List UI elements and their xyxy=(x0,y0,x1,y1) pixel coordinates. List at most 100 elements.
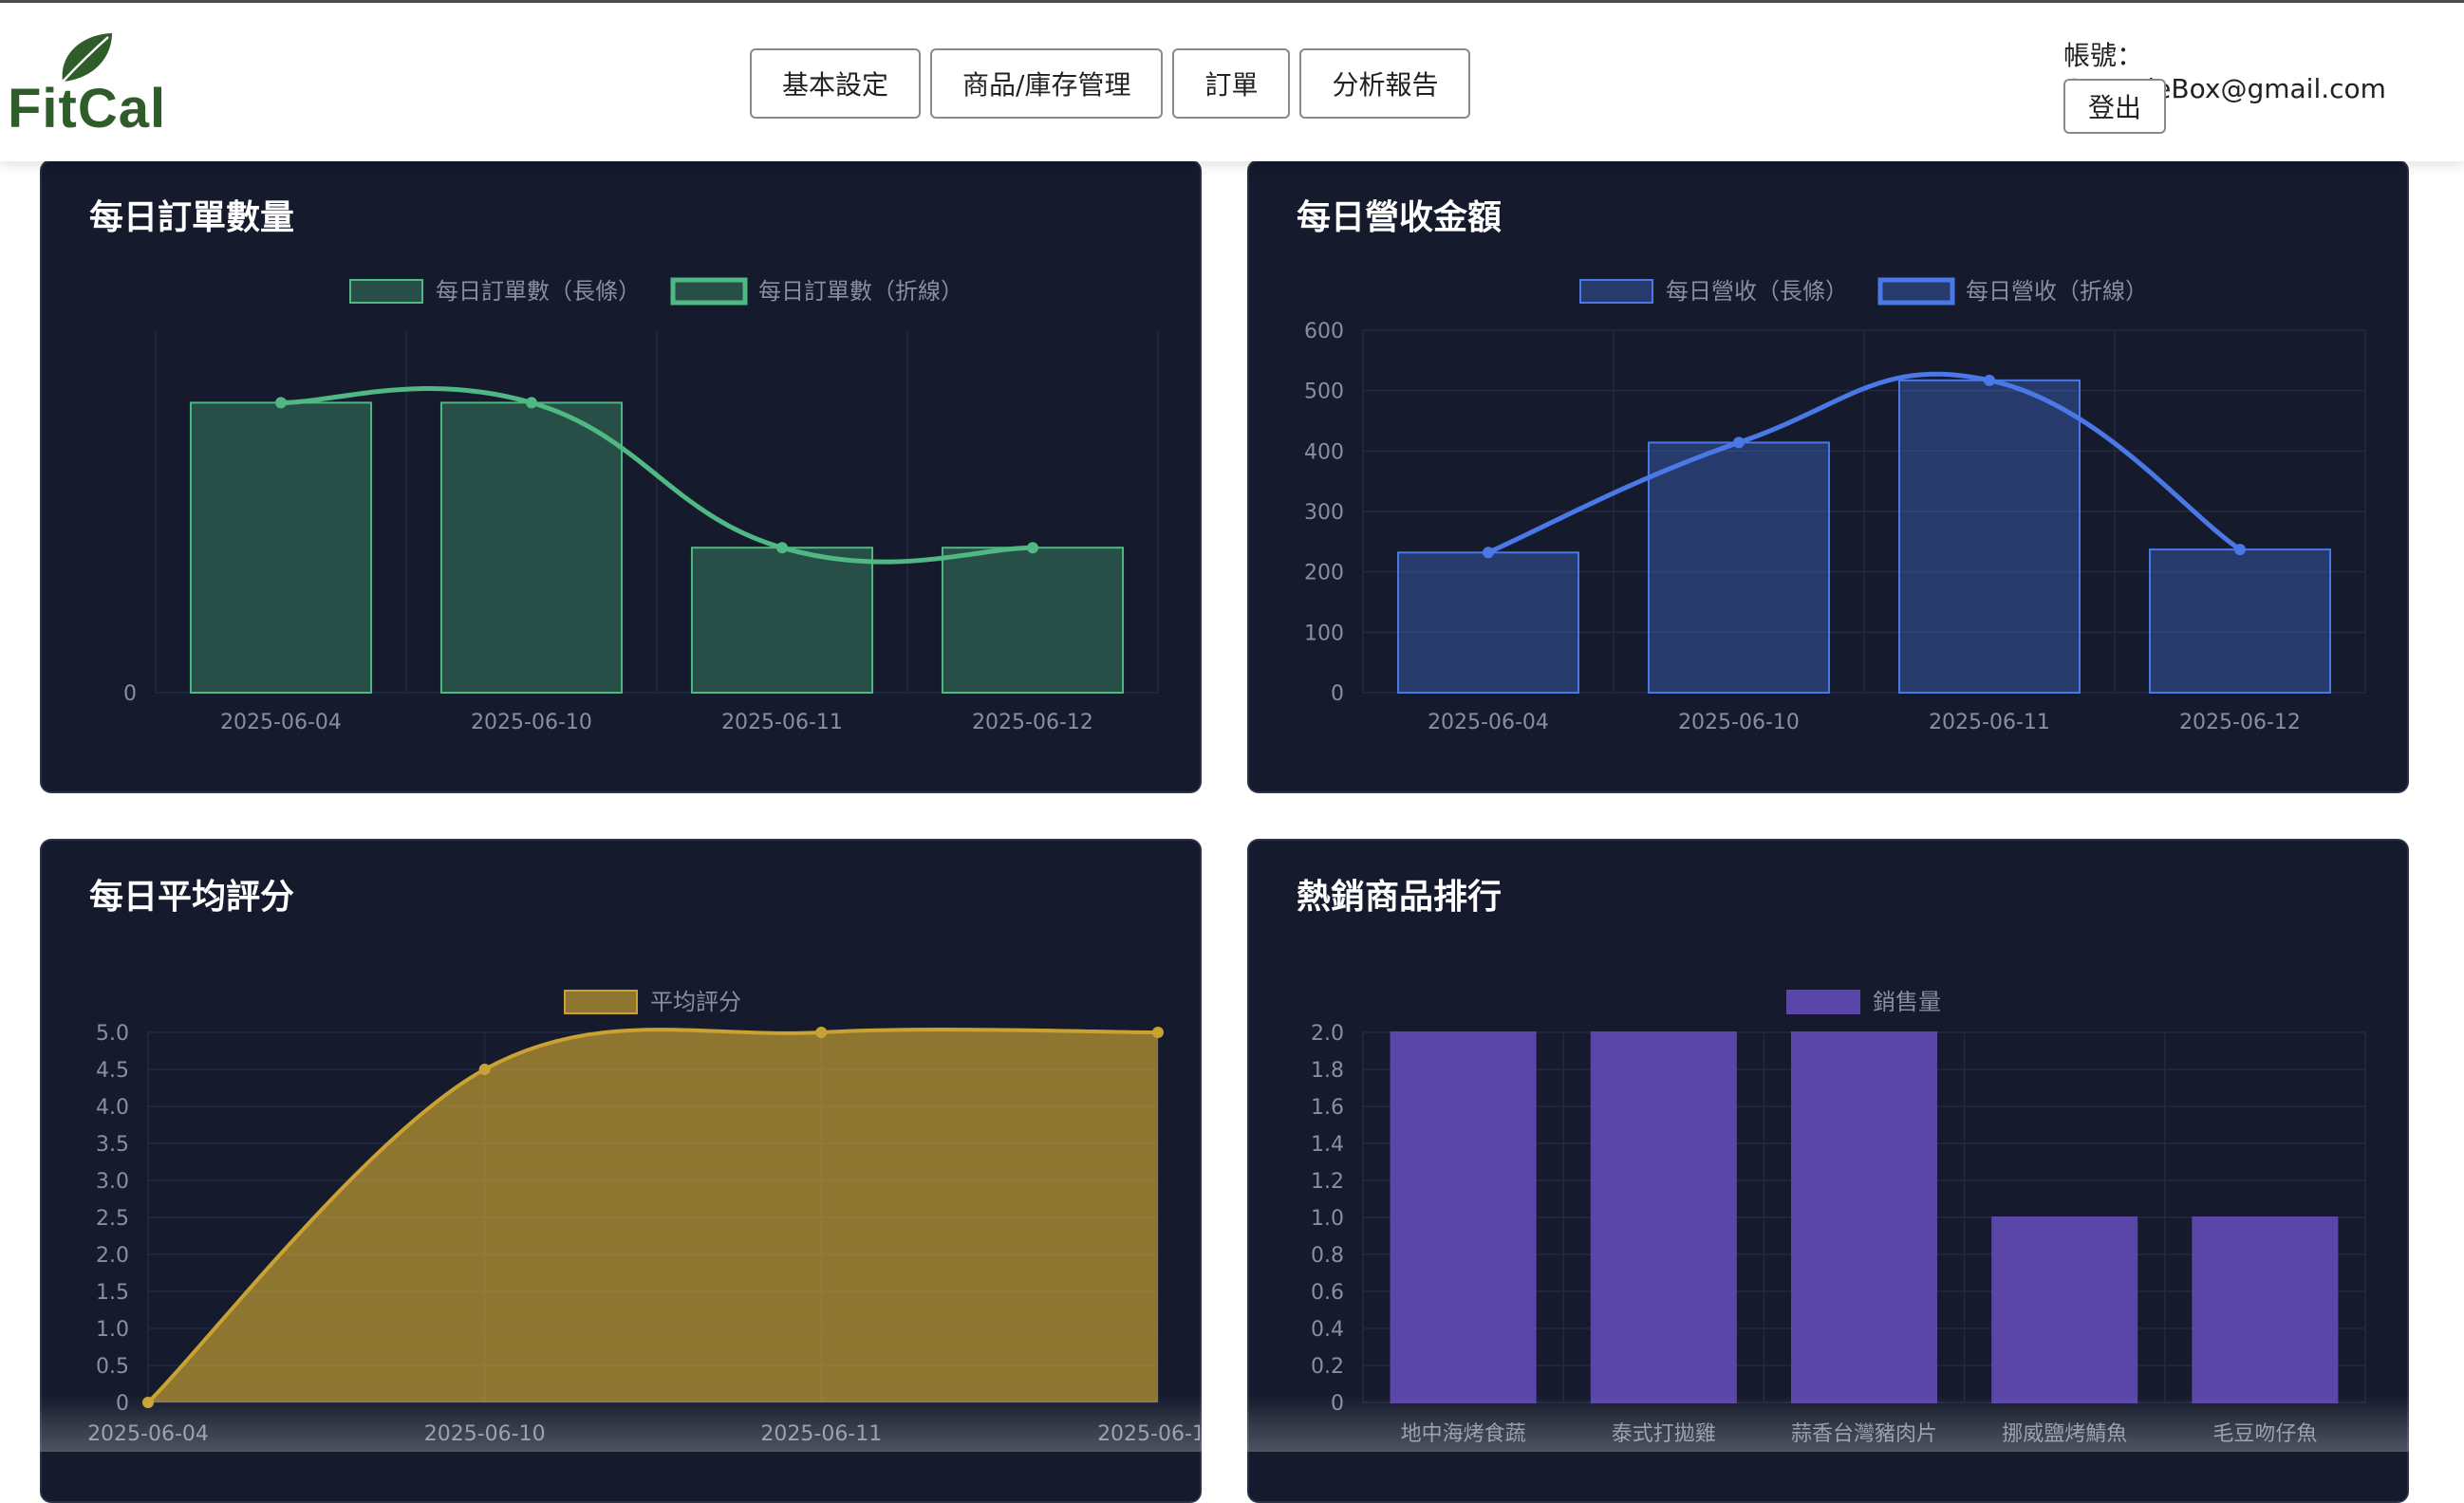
top-products-card: 熱銷商品排行 0 0.2 0.4 0.6 0.8 1.0 1.2 1.4 1.6 1.8 2.0 地中… xyxy=(1247,839,2409,1503)
nav-product-inventory-button[interactable]: 商品/庫存管理 xyxy=(930,48,1164,119)
legend: 每日訂單數（長條） 每日訂單數（折線） xyxy=(349,277,963,306)
bar xyxy=(439,401,624,694)
x-tick-label: 2025-06-11 xyxy=(721,711,843,734)
y-tick-label: 0.5 xyxy=(96,1355,129,1379)
bar xyxy=(1647,441,1831,694)
daily-revenue-chart: 0 100 200 300 400 500 600 2025-06-04 2025-06-10 2… xyxy=(1304,277,2366,734)
data-point xyxy=(142,1397,154,1408)
nav-analytics-button[interactable]: 分析報告 xyxy=(1299,48,1471,119)
y-tick-label: 1.4 xyxy=(1311,1133,1344,1157)
top-header: FitCal 基本設定 商品/庫存管理 訂單 分析報告 帳號：CaLoRieBo… xyxy=(0,0,2464,161)
x-tick-label: 2025-06-11 xyxy=(760,1422,882,1446)
nav-orders-button[interactable]: 訂單 xyxy=(1172,48,1291,119)
legend: 銷售量 xyxy=(1786,989,1941,1015)
y-tick-label: 3.5 xyxy=(96,1133,129,1157)
y-tick-label: 1.6 xyxy=(1311,1096,1344,1120)
legend-label: 銷售量 xyxy=(1873,989,1941,1015)
data-point xyxy=(2234,544,2246,556)
y-tick-label: 0 xyxy=(116,1392,129,1416)
legend: 每日營收（長條） 每日營收（折線） xyxy=(1579,277,2148,306)
legend-swatch xyxy=(1877,277,1955,306)
legend-swatch xyxy=(670,277,748,306)
fitcal-logo[interactable]: FitCal xyxy=(6,29,167,143)
y-tick-label: 0.4 xyxy=(1311,1318,1344,1342)
x-tick-label: 2025-06-04 xyxy=(87,1422,209,1446)
data-point xyxy=(478,1064,491,1075)
x-tick-label: 2025-06-04 xyxy=(220,711,342,734)
bar xyxy=(1396,551,1580,694)
y-tick-label: 500 xyxy=(1304,380,1344,404)
bar xyxy=(1390,1031,1537,1403)
bar xyxy=(690,547,874,695)
legend-label: 平均評分 xyxy=(650,989,741,1015)
y-tick-label: 2.0 xyxy=(96,1244,129,1268)
y-tick-label: 3.0 xyxy=(96,1170,129,1194)
bar xyxy=(1991,1216,2138,1403)
x-tick-label: 2025-06-11 xyxy=(1929,711,2050,734)
legend: 平均評分 xyxy=(564,989,741,1015)
y-tick-label: 4.5 xyxy=(96,1059,129,1083)
x-tick-label: 地中海烤食蔬 xyxy=(1401,1422,1526,1446)
x-tick-label: 2025-06-12 xyxy=(1097,1422,1202,1446)
x-tick-label: 2025-06-10 xyxy=(424,1422,546,1446)
y-tick-label: 2.5 xyxy=(96,1207,129,1231)
data-point xyxy=(1984,374,1995,386)
bar xyxy=(2192,1216,2339,1403)
x-tick-label: 蒜香台灣豬肉片 xyxy=(1791,1422,1937,1446)
y-tick-label: 1.2 xyxy=(1311,1170,1344,1194)
data-point xyxy=(526,397,537,409)
daily-rating-card: 每日平均評分 0 0.5 1.0 1.5 2.0 2.5 3.0 3.5 4.0 4.5 5.0 20… xyxy=(40,839,1202,1503)
y-tick-label: 0.6 xyxy=(1311,1281,1344,1305)
y-tick-label: 1.0 xyxy=(1311,1207,1344,1231)
y-tick-label: 1.5 xyxy=(96,1281,129,1305)
y-tick-label: 0.2 xyxy=(1311,1355,1344,1379)
bar xyxy=(2148,548,2332,694)
y-tick-label: 1.0 xyxy=(96,1318,129,1342)
x-tick-label: 泰式打拋雞 xyxy=(1612,1422,1716,1446)
legend-label: 每日營收（長條） xyxy=(1666,278,1848,305)
legend-label: 每日營收（折線） xyxy=(1966,278,2148,305)
data-point xyxy=(1733,436,1745,449)
legend-label: 每日訂單數（折線） xyxy=(758,278,963,305)
y-tick-label: 1.8 xyxy=(1311,1059,1344,1083)
daily-revenue-card: 每日營收金額 0 100 200 300 400 500 600 2025-06-04 2025… xyxy=(1247,159,2409,793)
y-tick-label: 0 xyxy=(123,682,137,706)
y-tick-label: 100 xyxy=(1304,622,1344,645)
bar xyxy=(1790,1031,1938,1403)
data-point xyxy=(776,542,788,554)
y-tick-label: 4.0 xyxy=(96,1096,129,1120)
y-tick-label: 5.0 xyxy=(96,1022,129,1046)
y-tick-label: 200 xyxy=(1304,562,1344,585)
x-tick-label: 2025-06-04 xyxy=(1428,711,1549,734)
y-tick-label: 400 xyxy=(1304,440,1344,464)
y-tick-label: 300 xyxy=(1304,501,1344,525)
y-tick-label: 0 xyxy=(1331,1392,1344,1416)
daily-orders-chart: 0 2025-06-04 2025-06-10 2025-06-11 2025-06-1… xyxy=(123,277,1159,734)
legend-swatch xyxy=(564,990,638,1014)
legend-swatch xyxy=(1579,279,1653,304)
daily-orders-card: 每日訂單數量 0 2025-06-04 2025-06-10 2025-06-11 20… xyxy=(40,159,1202,793)
x-tick-label: 2025-06-12 xyxy=(2179,711,2301,734)
bar xyxy=(941,547,1125,695)
x-tick-label: 挪威鹽烤鯖魚 xyxy=(2002,1422,2127,1446)
y-tick-label: 0.8 xyxy=(1311,1244,1344,1268)
area-fill xyxy=(148,1030,1158,1402)
y-tick-label: 2.0 xyxy=(1311,1022,1344,1046)
y-tick-label: 0 xyxy=(1331,682,1344,706)
data-point xyxy=(815,1027,828,1038)
bar xyxy=(1897,379,2081,695)
x-tick-label: 2025-06-10 xyxy=(1678,711,1800,734)
x-tick-label: 2025-06-12 xyxy=(972,711,1093,734)
legend-swatch xyxy=(1786,990,1860,1014)
bar xyxy=(1590,1031,1737,1403)
y-tick-label: 600 xyxy=(1304,320,1344,343)
daily-rating-chart: 0 0.5 1.0 1.5 2.0 2.5 3.0 3.5 4.0 4.5 5.0 2025-06-0… xyxy=(87,989,1202,1446)
logout-button[interactable]: 登出 xyxy=(2063,79,2166,134)
x-tick-label: 毛豆吻仔魚 xyxy=(2212,1422,2317,1446)
nav-basic-settings-button[interactable]: 基本設定 xyxy=(750,48,922,119)
data-point xyxy=(1152,1027,1164,1038)
x-tick-label: 2025-06-10 xyxy=(471,711,592,734)
legend-label: 每日訂單數（長條） xyxy=(436,278,641,305)
legend-swatch xyxy=(349,279,423,304)
logo-text: FitCal xyxy=(8,78,167,139)
